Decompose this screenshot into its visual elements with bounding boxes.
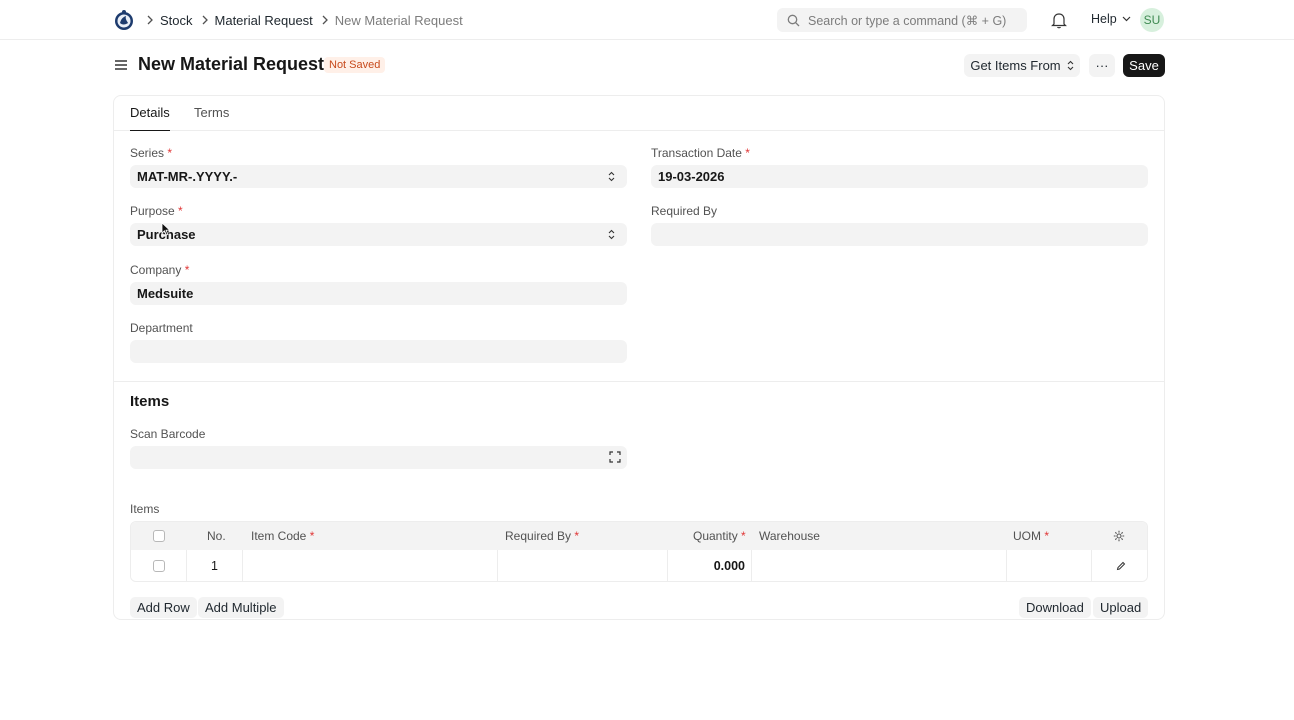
search-icon — [787, 14, 800, 26]
column-settings-cell — [1113, 522, 1125, 550]
table-row[interactable]: 1 0.000 — [131, 550, 1147, 581]
app-logo-icon[interactable] — [112, 8, 136, 32]
series-value: MAT-MR-.YYYY.- — [137, 169, 238, 184]
uom-cell[interactable] — [1007, 550, 1092, 581]
breadcrumb-material-request[interactable]: Material Request — [215, 13, 313, 28]
required-mark: * — [309, 529, 315, 543]
upload-button[interactable]: Upload — [1093, 597, 1149, 618]
required-mark: * — [178, 204, 183, 218]
select-arrows-icon — [608, 229, 615, 240]
required-mark: * — [745, 146, 750, 160]
required-mark: * — [574, 529, 580, 543]
row-checkbox[interactable] — [152, 560, 165, 572]
breadcrumb: Stock Material Request New Material Requ… — [146, 0, 471, 40]
scan-icon[interactable] — [609, 451, 621, 463]
column-header-required-by: Required By * — [505, 529, 580, 543]
column-header-quantity: Quantity * — [693, 529, 746, 543]
form-card: Details Terms Series * MAT-MR-.YYYY.- Tr… — [113, 95, 1165, 620]
purpose-select[interactable]: Purchase — [130, 223, 627, 246]
bell-icon[interactable] — [1051, 11, 1067, 29]
transaction-date-label: Transaction Date * — [651, 146, 750, 160]
select-arrows-icon — [608, 171, 615, 182]
section-divider — [114, 381, 1164, 382]
gear-icon[interactable] — [1113, 530, 1125, 542]
column-header-warehouse: Warehouse — [759, 529, 820, 543]
item-code-cell[interactable] — [243, 550, 498, 581]
top-navbar: Stock Material Request New Material Requ… — [0, 0, 1294, 40]
select-arrows-icon — [1067, 60, 1074, 71]
search-input[interactable]: Search or type a command (⌘ + G) — [777, 8, 1027, 32]
column-header-item-code: Item Code * — [251, 529, 315, 543]
select-all-checkbox[interactable] — [153, 530, 165, 542]
company-field[interactable]: Medsuite — [130, 282, 627, 305]
items-table-header: No. Item Code * Required By * Quantity *… — [131, 522, 1147, 550]
scan-barcode-label: Scan Barcode — [130, 427, 206, 441]
purpose-label: Purpose * — [130, 204, 183, 218]
avatar[interactable]: SU — [1140, 8, 1164, 32]
warehouse-cell[interactable] — [752, 550, 1007, 581]
breadcrumb-stock[interactable]: Stock — [160, 13, 193, 28]
get-items-from-button[interactable]: Get Items From — [964, 54, 1080, 77]
sidebar-toggle-icon[interactable] — [114, 58, 128, 72]
add-multiple-button[interactable]: Add Multiple — [198, 597, 284, 618]
help-label: Help — [1091, 12, 1117, 26]
chevron-down-icon — [1122, 16, 1131, 22]
department-field[interactable] — [130, 340, 627, 363]
row-select-cell — [131, 550, 187, 581]
tab-terms[interactable]: Terms — [194, 105, 229, 131]
page-title: New Material Request — [138, 54, 325, 74]
search-placeholder: Search or type a command (⌘ + G) — [808, 13, 1007, 28]
get-items-from-label: Get Items From — [970, 58, 1061, 73]
items-table-label: Items — [130, 502, 160, 516]
edit-pencil-icon[interactable] — [1116, 561, 1126, 571]
required-mark: * — [184, 263, 190, 277]
chevron-right-icon — [146, 15, 154, 25]
required-mark: * — [741, 529, 746, 543]
series-label: Series * — [130, 146, 173, 160]
transaction-date-value: 19-03-2026 — [658, 169, 725, 184]
items-section-title: Items — [130, 393, 170, 410]
add-row-button[interactable]: Add Row — [130, 597, 197, 618]
items-table: No. Item Code * Required By * Quantity *… — [130, 521, 1148, 582]
department-label: Department — [130, 321, 193, 335]
required-mark: * — [1044, 529, 1050, 543]
column-header-no: No. — [207, 529, 226, 543]
required-by-field[interactable] — [651, 223, 1148, 246]
required-by-label: Required By — [651, 204, 718, 218]
company-label: Company * — [130, 263, 190, 277]
row-number: 1 — [187, 550, 243, 581]
form-tabs: Details Terms — [114, 96, 1164, 131]
row-edit-cell — [1092, 550, 1147, 581]
series-select[interactable]: MAT-MR-.YYYY.- — [130, 165, 627, 188]
company-value: Medsuite — [137, 286, 194, 301]
chevron-right-icon — [201, 15, 209, 25]
save-button[interactable]: Save — [1123, 54, 1165, 77]
breadcrumb-current: New Material Request — [334, 12, 463, 28]
required-mark: * — [167, 146, 173, 160]
column-header-uom: UOM * — [1013, 529, 1050, 543]
scan-barcode-input[interactable] — [130, 446, 627, 469]
mouse-cursor-icon — [161, 222, 171, 236]
select-all-cell — [153, 522, 167, 550]
transaction-date-field[interactable]: 19-03-2026 — [651, 165, 1148, 188]
help-dropdown[interactable]: Help — [1091, 12, 1131, 26]
quantity-cell[interactable]: 0.000 — [668, 550, 752, 581]
tab-details[interactable]: Details — [130, 105, 170, 131]
download-button[interactable]: Download — [1019, 597, 1091, 618]
more-actions-button[interactable]: ··· — [1089, 54, 1115, 77]
status-badge: Not Saved — [324, 57, 386, 73]
required-by-cell[interactable] — [498, 550, 668, 581]
chevron-right-icon — [321, 15, 329, 25]
